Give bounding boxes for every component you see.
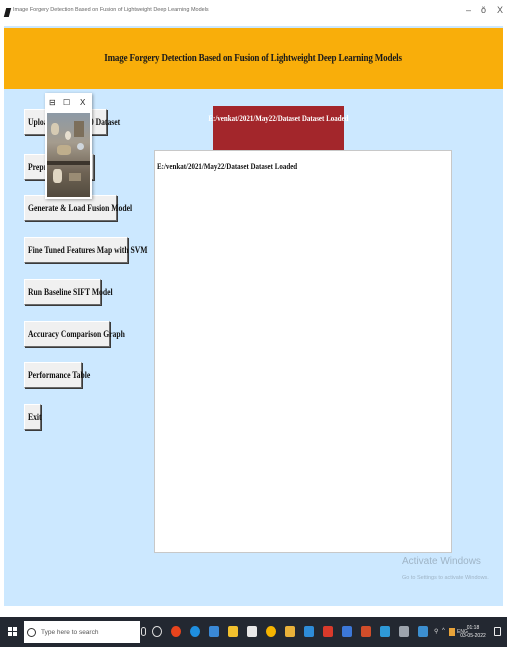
edge-icon[interactable] [190, 626, 200, 637]
accuracy-graph-label: Accuracy Comparison Graph [28, 329, 125, 339]
feather-icon [3, 8, 12, 17]
maximize-button[interactable]: ŏ [481, 5, 486, 15]
app-icon[interactable] [380, 626, 390, 637]
taskbar-search-placeholder: Type here to search [41, 628, 99, 636]
accuracy-graph-button[interactable]: Accuracy Comparison Graph [24, 321, 125, 347]
activate-windows-subtitle: Go to Settings to activate Windows. [402, 575, 489, 581]
preview-image [47, 113, 90, 197]
windows-start-icon[interactable] [8, 627, 18, 637]
performance-table-button[interactable]: Performance Table [24, 362, 90, 388]
pdf-icon[interactable] [323, 626, 333, 637]
search-icon [27, 627, 36, 637]
performance-table-label: Performance Table [28, 370, 91, 380]
python-icon[interactable] [304, 626, 314, 637]
firefox-icon[interactable] [171, 626, 181, 637]
notepad-icon[interactable] [247, 626, 257, 637]
status-label-text: E:/venkat/2021/May22/Dataset Dataset Loa… [208, 113, 349, 123]
word-icon[interactable] [342, 626, 352, 637]
chrome-icon[interactable] [266, 626, 276, 637]
app-header-title: Image Forgery Detection Based on Fusion … [104, 53, 403, 64]
notification-icon[interactable] [494, 627, 501, 636]
file-explorer-icon[interactable] [228, 626, 238, 637]
close-icon[interactable]: X [80, 98, 85, 107]
exit-label: Exit [28, 412, 42, 422]
tkinter-window-icon[interactable] [418, 626, 428, 637]
battery-icon[interactable] [449, 628, 455, 636]
powerpoint-icon[interactable] [361, 626, 371, 637]
restore-icon[interactable]: ⊟ [49, 98, 56, 107]
run-sift-model-button[interactable]: Run Baseline SIFT Model [24, 279, 113, 305]
window-titlebar: Image Forgery Detection Based on Fusion … [0, 0, 507, 26]
close-button[interactable]: X [497, 5, 503, 15]
window-title: Image Forgery Detection Based on Fusion … [13, 7, 209, 13]
taskbar-date: 03-05-2022 [460, 633, 486, 639]
output-text-area[interactable]: E:/venkat/2021/May22/Dataset Dataset Loa… [154, 150, 452, 553]
fine-tuned-svm-label: Fine Tuned Features Map with SVM [28, 245, 148, 255]
image-preview-window[interactable]: ⊟ ☐ X [45, 93, 92, 199]
output-text-line: E:/venkat/2021/May22/Dataset Dataset Loa… [157, 161, 298, 171]
minimize-button[interactable]: – [466, 5, 471, 15]
people-icon[interactable]: ⚲ [434, 628, 438, 635]
store-icon[interactable] [209, 626, 219, 637]
chevron-up-icon[interactable]: ^ [442, 628, 445, 634]
app-header: Image Forgery Detection Based on Fusion … [4, 28, 503, 89]
maximize-icon[interactable]: ☐ [63, 98, 70, 107]
paint-icon[interactable] [285, 626, 295, 637]
cmd-icon[interactable] [399, 626, 409, 637]
taskbar-clock[interactable]: 01:18 03-05-2022 [459, 624, 487, 640]
run-sift-model-label: Run Baseline SIFT Model [28, 287, 113, 297]
exit-button[interactable]: Exit [24, 404, 42, 430]
task-view-icon[interactable] [152, 626, 162, 637]
taskbar-time: 01:18 [466, 625, 480, 631]
activate-windows-title: Activate Windows [402, 556, 481, 567]
taskbar-search-box[interactable]: Type here to search [24, 621, 140, 643]
taskbar: Type here to search ⚲ ^ ENG 01:18 03-05-… [0, 617, 507, 647]
generate-fusion-model-label: Generate & Load Fusion Model [28, 203, 133, 213]
image-preview-titlebar[interactable]: ⊟ ☐ X [45, 93, 92, 113]
fine-tuned-svm-button[interactable]: Fine Tuned Features Map with SVM [24, 237, 148, 263]
microphone-icon[interactable] [141, 627, 146, 636]
status-label: E:/venkat/2021/May22/Dataset Dataset Loa… [208, 106, 349, 150]
